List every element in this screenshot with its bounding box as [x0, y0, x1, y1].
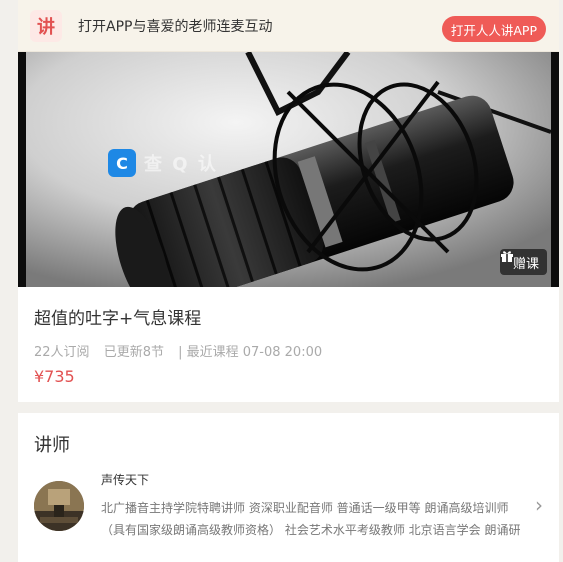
teacher-name: 声传天下	[101, 473, 150, 487]
teacher-avatar	[34, 481, 84, 531]
teacher-card[interactable]: 讲师 声传天下 北广播音主持学院特聘讲师 资深职业配音师 普通话一级甲等 朗诵高…	[18, 413, 559, 562]
app-banner: 讲 打开APP与喜爱的老师连麦互动 打开人人讲APP	[18, 0, 559, 52]
teacher-description: 北广播音主持学院特聘讲师 资深职业配音师 普通话一级甲等 朗诵高级培训师 （具有…	[101, 497, 521, 541]
app-logo-icon: 讲	[30, 9, 62, 42]
microphone-illustration	[18, 52, 559, 287]
gift-course-button[interactable]: 赠课	[499, 249, 547, 275]
course-info-card: 超值的吐字+气息课程 22人订阅 已更新8节 | 最近课程 07-08 20:0…	[18, 287, 559, 402]
subscriber-count: 22人订阅	[34, 345, 90, 360]
banner-text: 打开APP与喜爱的老师连麦互动	[78, 18, 273, 35]
watermark-text: 查 Q 认	[144, 154, 218, 175]
teacher-description-line: 北广播音主持学院特聘讲师 资深职业配音师 普通话一级甲等 朗诵高级培训师	[101, 501, 509, 515]
recent-lesson: | 最近课程 07-08 20:00	[178, 345, 323, 360]
teacher-section-heading: 讲师	[34, 435, 70, 456]
gift-course-label: 赠课	[512, 256, 539, 272]
watermark-logo-icon: C	[108, 149, 136, 177]
course-title: 超值的吐字+气息课程	[34, 309, 202, 329]
watermark: C 查 Q 认	[108, 149, 218, 177]
course-meta: 22人订阅 已更新8节 | 最近课程 07-08 20:00	[34, 341, 332, 360]
teacher-description-line: （具有国家级朗诵高级教师资格） 社会艺术水平考级教师 北京语言学会 朗诵研	[101, 523, 521, 537]
updated-count: 已更新8节	[103, 345, 164, 360]
open-app-button[interactable]: 打开人人讲APP	[441, 16, 546, 42]
chevron-right-icon[interactable]: ›	[535, 493, 543, 517]
page: 讲 打开APP与喜爱的老师连麦互动 打开人人讲APP C 查 Q 认 赠课 超值…	[18, 0, 559, 562]
course-cover-image: C 查 Q 认 赠课	[18, 52, 559, 287]
course-price: ¥735	[34, 367, 75, 386]
